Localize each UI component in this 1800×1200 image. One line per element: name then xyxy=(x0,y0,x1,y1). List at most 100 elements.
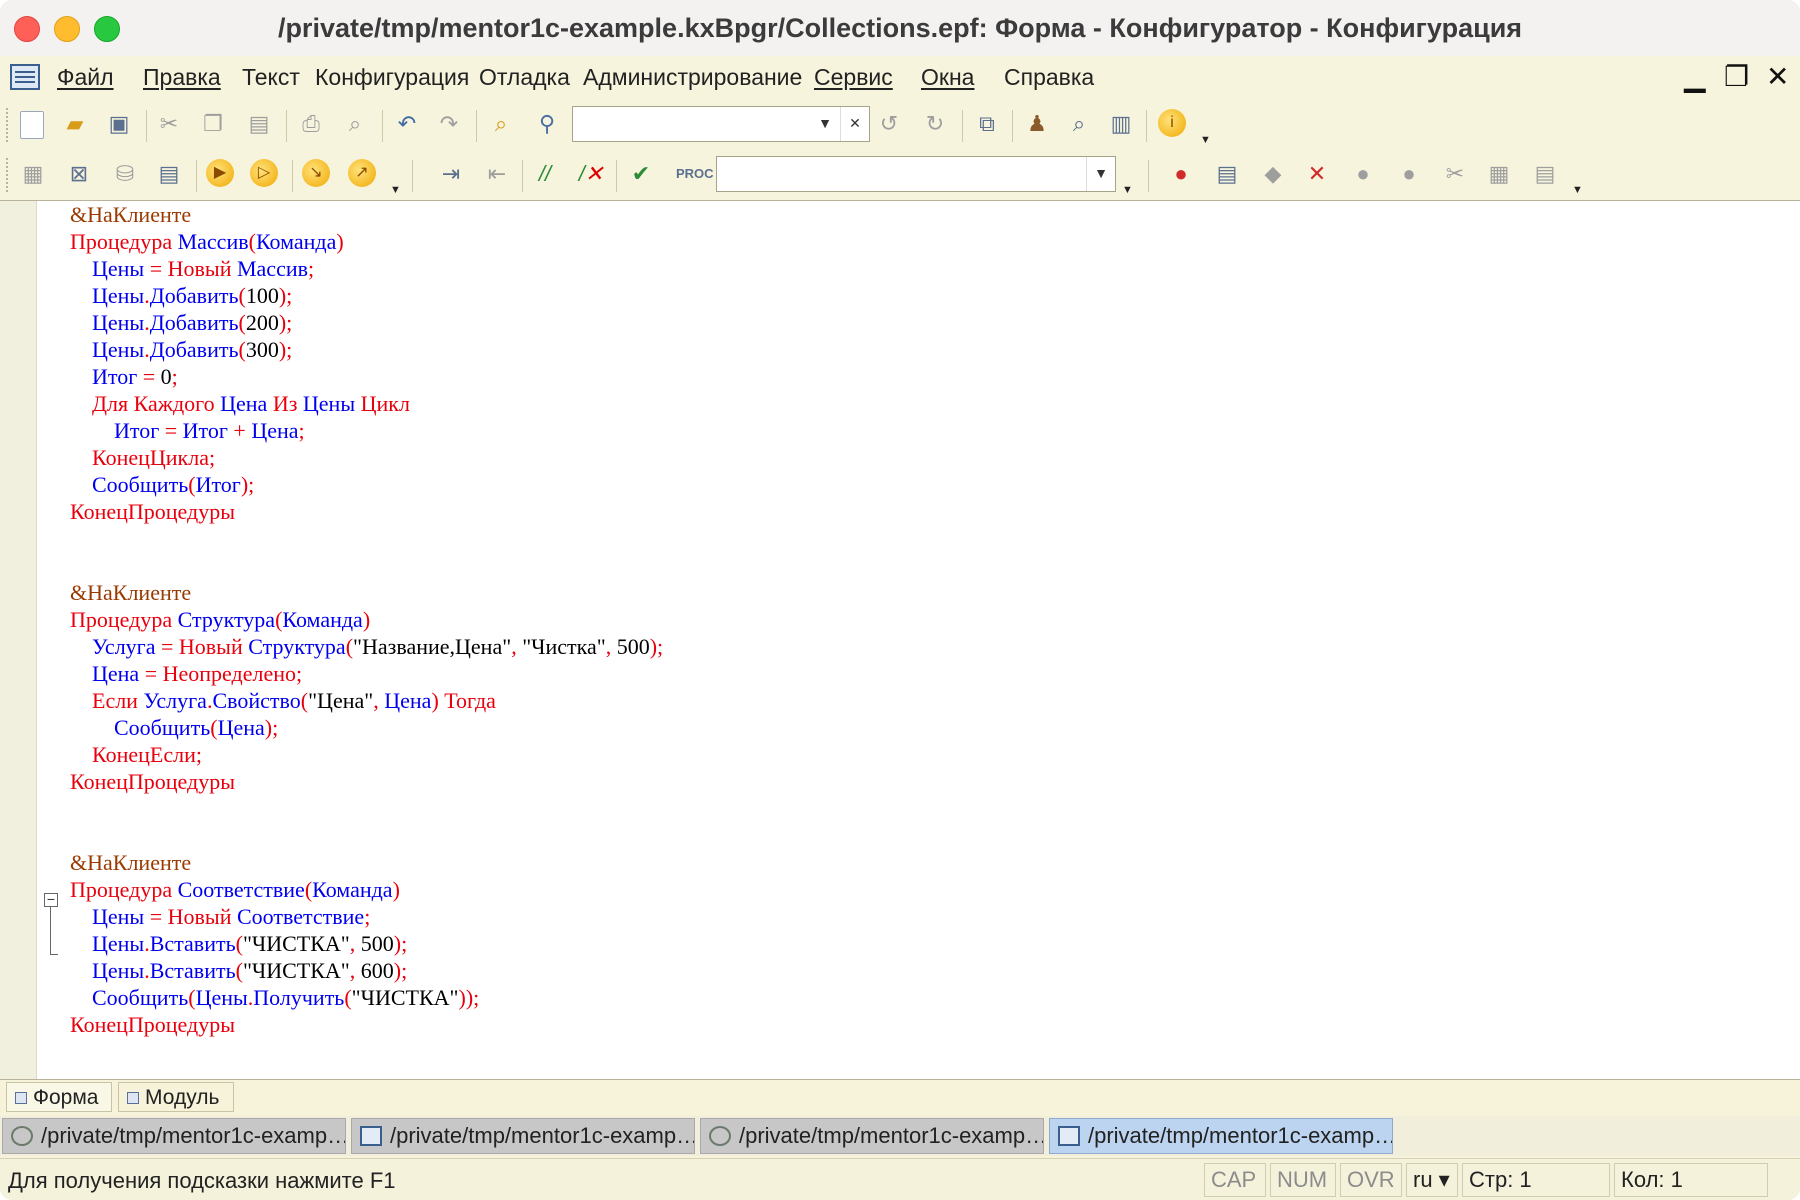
paste-icon[interactable]: ▤ xyxy=(244,109,274,139)
print-preview-icon[interactable]: ⌕ xyxy=(340,109,370,139)
code-line[interactable]: КонецЦикла; xyxy=(70,444,663,471)
list-icon[interactable]: ▤ xyxy=(1530,159,1560,189)
code-line[interactable]: &НаКлиенте xyxy=(70,579,663,606)
code-line[interactable]: Сообщить(Цены.Получить("ЧИСТКА")); xyxy=(70,984,663,1011)
mdi-close-button[interactable]: ✕ xyxy=(1766,60,1789,93)
search-combo[interactable]: ▼ ✕ xyxy=(572,106,870,142)
toolbar-more-icon[interactable]: ▼ xyxy=(1122,184,1133,196)
windows-icon[interactable]: ⧉ xyxy=(972,109,1002,139)
mdi-restore-button[interactable]: ❐ xyxy=(1724,60,1749,93)
code-line[interactable]: Цены.Добавить(200); xyxy=(70,309,663,336)
menu-text[interactable]: Текст xyxy=(242,64,300,91)
code-line[interactable]: Сообщить(Итог); xyxy=(70,471,663,498)
toolbar-grip[interactable] xyxy=(6,158,12,192)
save-icon[interactable]: ▣ xyxy=(104,109,134,139)
window-tab-2[interactable]: /private/tmp/mentor1c-examp… xyxy=(351,1118,695,1154)
open-folder-icon[interactable]: ▰ xyxy=(60,109,90,139)
fold-collapse-icon[interactable]: − xyxy=(44,892,58,907)
code-line[interactable]: КонецЕсли; xyxy=(70,741,663,768)
stop-icon[interactable]: ● xyxy=(1348,159,1378,189)
code-line[interactable] xyxy=(70,795,663,822)
database-icon[interactable]: ⛁ xyxy=(110,159,140,189)
code-editor[interactable]: − &НаКлиенте Процедура Массив(Команда) Це… xyxy=(0,200,1800,1080)
mdi-minimize-button[interactable]: ▁ xyxy=(1684,60,1706,93)
code-line[interactable]: КонецПроцедуры xyxy=(70,1011,663,1038)
search-icon[interactable]: ⚲ xyxy=(532,109,562,139)
pause-icon[interactable]: ● xyxy=(1394,159,1424,189)
menu-administration[interactable]: Администрирование xyxy=(583,64,802,91)
code-line[interactable]: &НаКлиенте xyxy=(70,849,663,876)
copy-icon[interactable]: ❐ xyxy=(198,109,228,139)
new-document-icon[interactable] xyxy=(20,111,44,139)
run-icon[interactable]: ▷ xyxy=(250,159,278,187)
toolbar-grip[interactable] xyxy=(6,108,12,142)
menu-windows[interactable]: Окна xyxy=(921,64,974,91)
find-previous-icon[interactable]: ↺ xyxy=(874,109,904,139)
breakpoint-icon[interactable]: ● xyxy=(1166,159,1196,189)
procedure-dropdown-icon[interactable]: ▼ xyxy=(1086,157,1115,191)
code-line[interactable]: Итог = 0; xyxy=(70,363,663,390)
code-line[interactable]: КонецПроцедуры xyxy=(70,768,663,795)
code-line[interactable]: Цены.Вставить("ЧИСТКА", 500); xyxy=(70,930,663,957)
step-over-icon[interactable]: ↗ xyxy=(348,159,376,187)
code-line[interactable]: Процедура Соответствие(Команда) xyxy=(70,876,663,903)
find-in-folder-icon[interactable]: ⌕ xyxy=(486,109,516,139)
menu-help[interactable]: Справка xyxy=(1004,64,1094,91)
code-line[interactable] xyxy=(70,822,663,849)
module-icon[interactable]: ▦ xyxy=(18,159,48,189)
toolbar-more-icon[interactable]: ▼ xyxy=(1572,184,1583,196)
code-line[interactable]: Процедура Массив(Команда) xyxy=(70,228,663,255)
window-tab-4-active[interactable]: /private/tmp/mentor1c-examp… xyxy=(1049,1118,1393,1154)
menu-debug[interactable]: Отладка xyxy=(479,64,570,91)
info-icon[interactable]: i xyxy=(1158,109,1186,137)
code-line[interactable]: Цена = Неопределено; xyxy=(70,660,663,687)
code-line[interactable] xyxy=(70,552,663,579)
status-language-select[interactable]: ru ▾ xyxy=(1406,1163,1458,1197)
find-next-icon[interactable]: ↻ xyxy=(920,109,950,139)
outdent-icon[interactable]: ⇤ xyxy=(482,159,512,189)
app-menu-icon[interactable] xyxy=(10,64,40,90)
code-line[interactable]: Цены.Добавить(100); xyxy=(70,282,663,309)
code-line[interactable]: &НаКлиенте xyxy=(70,201,663,228)
remove-breakpoint-icon[interactable]: ✕ xyxy=(1302,159,1332,189)
redo-icon[interactable]: ↷ xyxy=(434,109,464,139)
menu-file[interactable]: Файл xyxy=(57,64,114,91)
code-line[interactable] xyxy=(70,525,663,552)
code-line[interactable]: Цены.Добавить(300); xyxy=(70,336,663,363)
scissors-icon[interactable]: ✂ xyxy=(1440,159,1470,189)
print-icon[interactable]: ⎙ xyxy=(296,109,326,139)
uncomment-icon[interactable]: /✕ xyxy=(576,159,606,189)
indent-icon[interactable]: ⇥ xyxy=(436,159,466,189)
menu-service[interactable]: Сервис xyxy=(814,64,893,91)
assistant-icon[interactable]: ♟ xyxy=(1022,109,1052,139)
comment-icon[interactable]: // xyxy=(530,159,560,189)
grid-icon[interactable]: ▦ xyxy=(1484,159,1514,189)
window-tab-1[interactable]: /private/tmp/mentor1c-examp… xyxy=(2,1118,346,1154)
syntax-check-icon[interactable]: ✔ xyxy=(626,159,656,189)
table-icon[interactable]: ▤ xyxy=(154,159,184,189)
menu-edit[interactable]: Правка xyxy=(143,64,221,91)
help-content-icon[interactable]: ▥ xyxy=(1106,109,1136,139)
undo-icon[interactable]: ↶ xyxy=(392,109,422,139)
code-line[interactable]: Цены = Новый Массив; xyxy=(70,255,663,282)
run-debug-icon[interactable]: ▶ xyxy=(206,159,234,187)
search-dropdown-icon[interactable]: ▼ xyxy=(811,107,839,141)
toolbar-more-icon[interactable]: ▼ xyxy=(390,184,401,196)
code-line[interactable]: Для Каждого Цена Из Цены Цикл xyxy=(70,390,663,417)
breakpoint-list-icon[interactable]: ▤ xyxy=(1212,159,1242,189)
cut-icon[interactable]: ✂ xyxy=(154,109,184,139)
step-icon[interactable]: ↘ xyxy=(302,159,330,187)
window-tab-3[interactable]: /private/tmp/mentor1c-examp… xyxy=(700,1118,1044,1154)
code-line[interactable]: Услуга = Новый Структура("Название,Цена"… xyxy=(70,633,663,660)
code-line[interactable]: Сообщить(Цена); xyxy=(70,714,663,741)
tab-module[interactable]: Модуль xyxy=(118,1082,234,1112)
code-line[interactable]: Цены.Вставить("ЧИСТКА", 600); xyxy=(70,957,663,984)
clear-search-icon[interactable]: ✕ xyxy=(840,107,869,141)
syntax-helper-icon[interactable]: ⌕ xyxy=(1064,109,1094,139)
code-text[interactable]: &НаКлиенте Процедура Массив(Команда) Цены… xyxy=(70,201,663,1038)
procedure-combo[interactable]: ▼ xyxy=(716,156,1116,192)
code-line[interactable]: Цены = Новый Соответствие; xyxy=(70,903,663,930)
code-line[interactable]: Процедура Структура(Команда) xyxy=(70,606,663,633)
procedure-list-icon[interactable]: PROC xyxy=(676,159,714,189)
tab-form[interactable]: Форма xyxy=(6,1082,112,1112)
